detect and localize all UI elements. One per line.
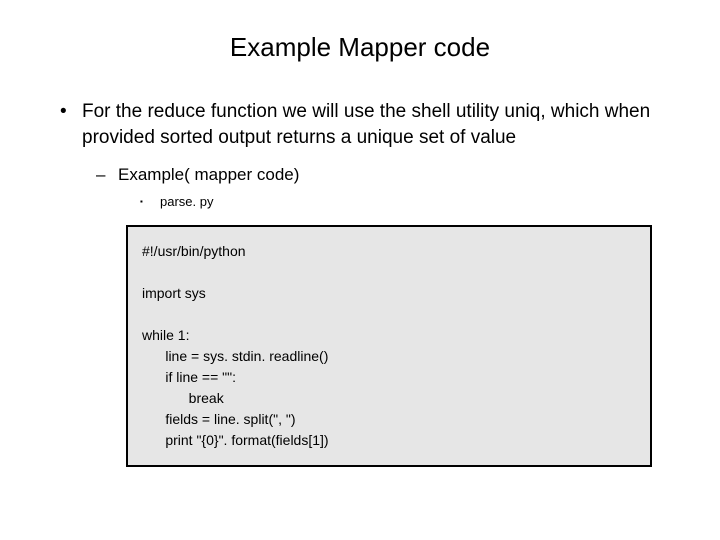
slide: Example Mapper code • For the reduce fun… — [0, 0, 720, 540]
bullet-level-1: • For the reduce function we will use th… — [56, 99, 672, 150]
bullet-square-icon: ▪ — [140, 194, 160, 211]
bullet-l1-text: For the reduce function we will use the … — [82, 99, 672, 150]
bullet-dash-icon: – — [96, 164, 118, 186]
slide-title: Example Mapper code — [48, 32, 672, 63]
bullet-l2-text: Example( mapper code) — [118, 164, 299, 186]
bullet-l3-text: parse. py — [160, 194, 213, 211]
bullet-level-2: – Example( mapper code) — [96, 164, 672, 186]
bullet-level-3: ▪ parse. py — [140, 194, 672, 211]
code-block: #!/usr/bin/python import sys while 1: li… — [126, 225, 652, 467]
bullet-dot-icon: • — [56, 99, 82, 150]
